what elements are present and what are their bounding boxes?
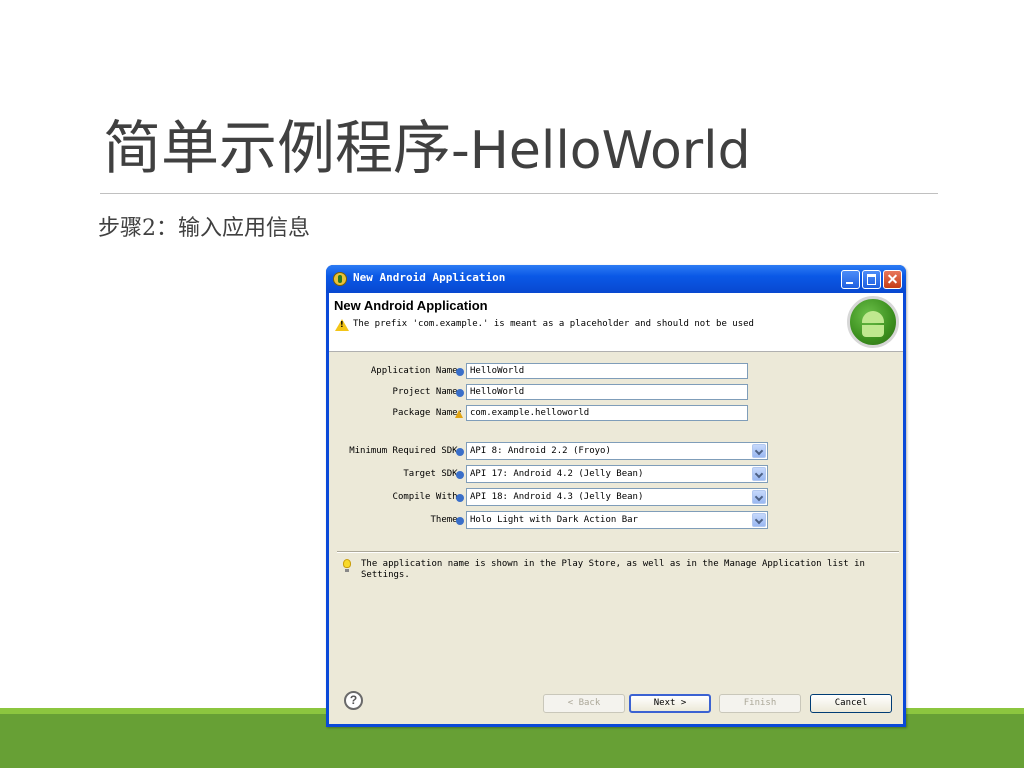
target-sdk-row: Target SDK: bbox=[329, 466, 463, 484]
minimize-button[interactable] bbox=[841, 270, 860, 289]
window-title: New Android Application bbox=[353, 271, 506, 284]
info-icon bbox=[456, 448, 464, 456]
step-subtitle: 步骤2：输入应用信息 bbox=[98, 216, 310, 241]
slide-title-cn: 简单示例程序 bbox=[103, 114, 452, 182]
slide-title-latin: -HelloWorld bbox=[451, 121, 751, 181]
warning-icon bbox=[335, 319, 349, 331]
wizard-header: New Android Application The prefix 'com.… bbox=[329, 293, 903, 352]
next-button[interactable]: Next > bbox=[629, 694, 711, 713]
chevron-down-icon[interactable] bbox=[752, 490, 766, 504]
compile-with-select[interactable]: API 18: Android 4.3 (Jelly Bean) bbox=[466, 488, 768, 506]
compile-with-label: Compile With: bbox=[392, 492, 463, 502]
warning-icon bbox=[455, 410, 463, 418]
eclipse-app-icon bbox=[333, 272, 347, 286]
info-icon bbox=[456, 368, 464, 376]
title-divider bbox=[100, 193, 938, 194]
new-android-application-dialog: New Android Application New Android Appl… bbox=[326, 265, 906, 727]
android-logo-icon bbox=[847, 296, 899, 348]
package-name-row: Package Name: bbox=[329, 405, 463, 423]
info-icon bbox=[456, 517, 464, 525]
dialog-titlebar[interactable]: New Android Application bbox=[326, 265, 906, 293]
project-name-label: Project Name: bbox=[392, 387, 463, 397]
help-button[interactable]: ? bbox=[344, 691, 363, 710]
min-sdk-row: Minimum Required SDK: bbox=[329, 443, 463, 461]
package-name-label: Package Name: bbox=[392, 408, 463, 418]
slide-title: 简单示例程序-HelloWorld bbox=[103, 108, 751, 191]
min-sdk-value: API 8: Android 2.2 (Froyo) bbox=[470, 446, 611, 456]
target-sdk-select[interactable]: API 17: Android 4.2 (Jelly Bean) bbox=[466, 465, 768, 483]
compile-with-value: API 18: Android 4.3 (Jelly Bean) bbox=[470, 492, 644, 502]
compile-with-row: Compile With: bbox=[329, 489, 463, 507]
project-name-input[interactable]: HelloWorld bbox=[466, 384, 748, 400]
close-button[interactable] bbox=[883, 270, 902, 289]
theme-row: Theme: bbox=[329, 512, 463, 530]
application-name-label: Application Name: bbox=[370, 366, 463, 376]
back-button[interactable]: < Back bbox=[543, 694, 625, 713]
project-name-row: Project Name: bbox=[329, 384, 463, 402]
cancel-button[interactable]: Cancel bbox=[810, 694, 892, 713]
info-icon bbox=[456, 471, 464, 479]
lightbulb-icon bbox=[343, 559, 351, 572]
finish-button[interactable]: Finish bbox=[719, 694, 801, 713]
application-name-row: Application Name: bbox=[329, 363, 463, 381]
tip-text: The application name is shown in the Pla… bbox=[361, 559, 865, 580]
min-sdk-label: Minimum Required SDK: bbox=[349, 446, 463, 456]
maximize-button[interactable] bbox=[862, 270, 881, 289]
chevron-down-icon[interactable] bbox=[752, 513, 766, 527]
wizard-title: New Android Application bbox=[334, 298, 488, 313]
application-name-input[interactable]: HelloWorld bbox=[466, 363, 748, 379]
target-sdk-value: API 17: Android 4.2 (Jelly Bean) bbox=[470, 469, 644, 479]
target-sdk-label: Target SDK: bbox=[403, 469, 463, 479]
tip-separator bbox=[337, 551, 899, 553]
min-sdk-select[interactable]: API 8: Android 2.2 (Froyo) bbox=[466, 442, 768, 460]
chevron-down-icon[interactable] bbox=[752, 444, 766, 458]
theme-value: Holo Light with Dark Action Bar bbox=[470, 515, 638, 525]
info-icon bbox=[456, 494, 464, 502]
wizard-message: The prefix 'com.example.' is meant as a … bbox=[353, 319, 754, 329]
chevron-down-icon[interactable] bbox=[752, 467, 766, 481]
info-icon bbox=[456, 389, 464, 397]
dialog-client-area: New Android Application The prefix 'com.… bbox=[329, 293, 903, 724]
theme-select[interactable]: Holo Light with Dark Action Bar bbox=[466, 511, 768, 529]
package-name-input[interactable]: com.example.helloworld bbox=[466, 405, 748, 421]
